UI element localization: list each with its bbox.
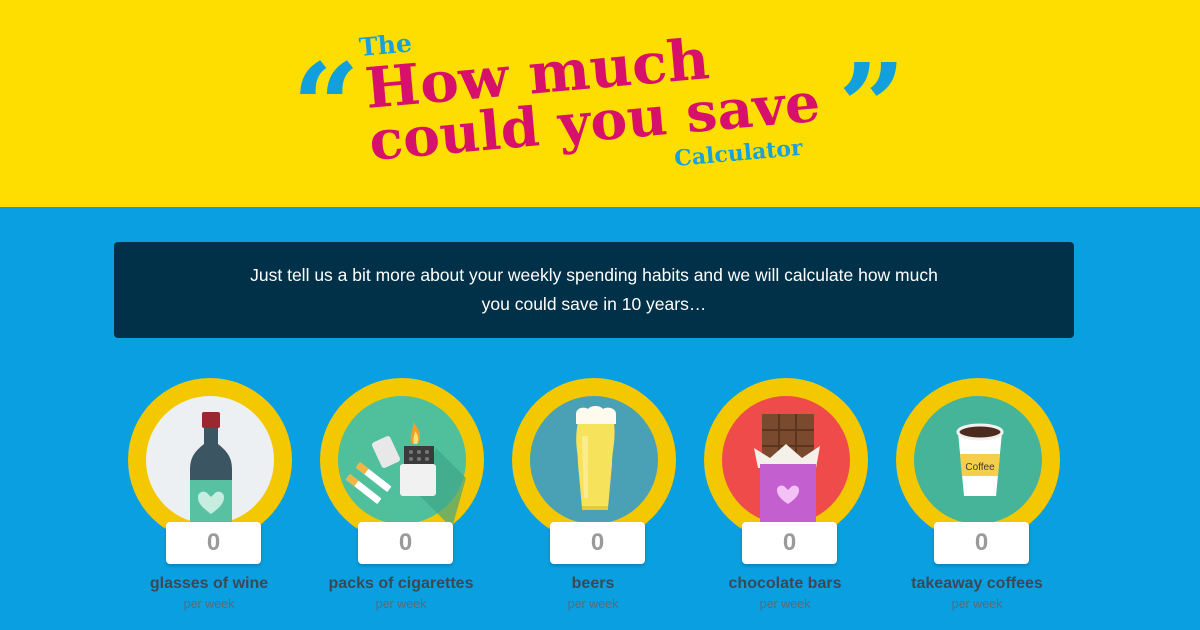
beers-label: beers [571, 575, 615, 592]
chocolate-bar-icon [722, 396, 850, 524]
open-quote: “ [292, 37, 360, 176]
item-chocolate: 0 chocolate bars per week [700, 378, 870, 630]
wine-label: glasses of wine [149, 575, 269, 592]
title-logo: “ ” The How much could you save Calculat… [292, 26, 906, 176]
chocolate-per-week: per week [759, 597, 811, 611]
chocolate-button[interactable]: 0 [704, 378, 868, 564]
close-quote: ” [838, 37, 906, 176]
lighter-cigarettes-icon [338, 396, 466, 528]
header-banner: “ ” The How much could you save Calculat… [0, 0, 1200, 207]
coffee-cup-icon: Coffee [914, 396, 1042, 524]
chocolate-label: chocolate bars [728, 575, 842, 592]
cigarettes-per-week: per week [375, 597, 427, 611]
coffee-count[interactable]: 0 [934, 522, 1029, 564]
chocolate-count[interactable]: 0 [742, 522, 837, 564]
beers-button[interactable]: 0 [512, 378, 676, 564]
coffee-button[interactable]: Coffee 0 [896, 378, 1060, 564]
item-cigarettes: 0 packs of cigarettes per week [316, 378, 486, 630]
coffee-per-week: per week [951, 597, 1003, 611]
intro-text: Just tell us a bit more about your weekl… [250, 265, 938, 314]
cigarettes-button[interactable]: 0 [320, 378, 484, 564]
wine-bottle-icon [146, 396, 274, 524]
coffee-cup-text: Coffee [965, 462, 995, 473]
beers-per-week: per week [567, 597, 619, 611]
item-wine: 0 glasses of wine per week [124, 378, 294, 630]
wine-button[interactable]: 0 [128, 378, 292, 564]
cigarettes-label: packs of cigarettes [328, 575, 474, 592]
coffee-label: takeaway coffees [911, 575, 1043, 592]
wine-per-week: per week [183, 597, 235, 611]
item-coffee: Coffee 0 takeaway coffees per week [892, 378, 1062, 630]
beer-glass-icon [530, 396, 658, 524]
cigarettes-count[interactable]: 0 [358, 522, 453, 564]
intro-box: Just tell us a bit more about your weekl… [114, 242, 1074, 338]
beers-count[interactable]: 0 [550, 522, 645, 564]
wine-count[interactable]: 0 [166, 522, 261, 564]
item-beers: 0 beers per week [508, 378, 678, 630]
